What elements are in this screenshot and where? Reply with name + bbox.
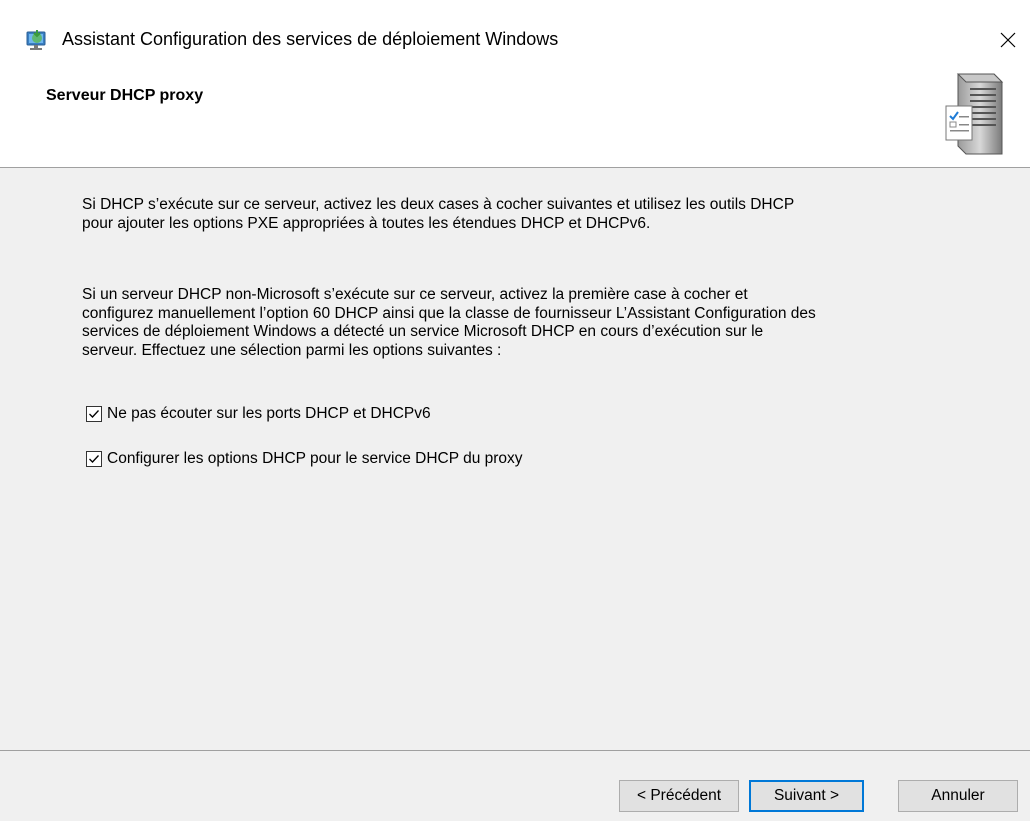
close-button[interactable]	[988, 22, 1028, 58]
server-checklist-icon	[945, 73, 1004, 155]
wizard-window: Assistant Configuration des services de …	[0, 0, 1030, 821]
previous-button[interactable]: < Précédent	[619, 780, 739, 812]
no-listen-dhcp-ports-checkbox[interactable]	[86, 406, 102, 422]
description-paragraph-1: Si DHCP s’exécute sur ce serveur, active…	[82, 196, 794, 232]
configure-dhcp-options-checkbox[interactable]	[86, 451, 102, 467]
configure-dhcp-options-option[interactable]: Configurer les options DHCP pour le serv…	[86, 450, 523, 468]
no-listen-dhcp-ports-label: Ne pas écouter sur les ports DHCP et DHC…	[107, 405, 431, 422]
configure-dhcp-options-label: Configurer les options DHCP pour le serv…	[107, 450, 523, 467]
wizard-footer: < Précédent Suivant > Annuler	[0, 750, 1030, 821]
window-title: Assistant Configuration des services de …	[62, 29, 559, 49]
wizard-header: Serveur DHCP proxy	[0, 58, 1030, 168]
close-icon	[1000, 32, 1016, 48]
description-paragraph-2: Si un serveur DHCP non-Microsoft s’exécu…	[82, 286, 816, 359]
no-listen-dhcp-ports-option[interactable]: Ne pas écouter sur les ports DHCP et DHC…	[86, 405, 431, 423]
checkmark-icon	[89, 455, 99, 463]
next-button[interactable]: Suivant >	[749, 780, 864, 812]
title-bar: Assistant Configuration des services de …	[0, 0, 1030, 58]
checkmark-icon	[89, 410, 99, 418]
cancel-button[interactable]: Annuler	[898, 780, 1018, 812]
wizard-content: Si DHCP s’exécute sur ce serveur, active…	[0, 168, 1030, 750]
page-title: Serveur DHCP proxy	[46, 87, 204, 104]
deployment-services-icon	[26, 30, 46, 50]
